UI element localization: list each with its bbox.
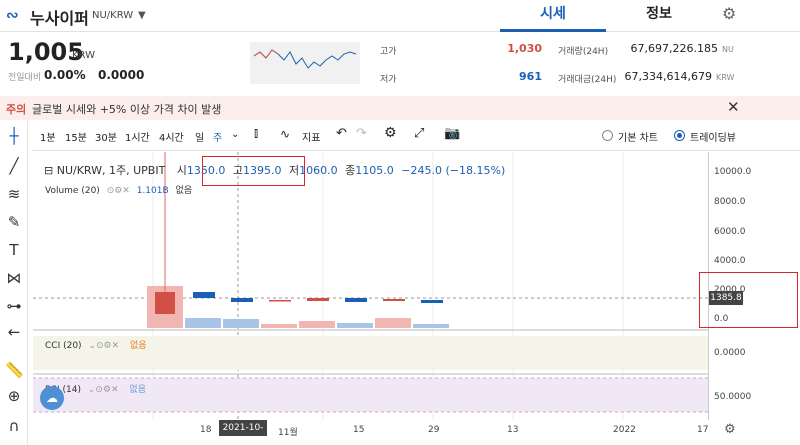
redo-icon[interactable]: ↷ bbox=[356, 126, 367, 141]
time-label: 2022 bbox=[613, 425, 636, 435]
volume-24h-label: 거래량(24H) bbox=[558, 47, 609, 57]
low-label: 저가 bbox=[380, 75, 397, 85]
cci-settings-icon[interactable]: ⌄⊙⚙✕ bbox=[88, 341, 119, 351]
high-label: 고가 bbox=[380, 47, 397, 57]
undo-icon[interactable]: ↶ bbox=[336, 126, 347, 141]
pattern-tool-icon[interactable]: ⋈ bbox=[5, 269, 23, 287]
tab-market[interactable]: 시세 bbox=[500, 4, 606, 32]
axis-tick: 8000.0 bbox=[714, 197, 746, 207]
trendline-tool-icon[interactable]: ╱ bbox=[5, 157, 23, 175]
cci-legend: CCI (20) ⌄⊙⚙✕ 없음 bbox=[45, 338, 147, 351]
low-value: 961 bbox=[519, 70, 542, 83]
price-warning-notice: 주의 글로벌 시세와 +5% 이상 가격 차이 발생 ✕ bbox=[0, 96, 800, 120]
ruler-tool-icon[interactable]: 📏 bbox=[5, 361, 24, 379]
change-value: 0.0000 bbox=[98, 68, 145, 82]
amount-24h-unit: KRW bbox=[716, 73, 735, 82]
change-percent: 0.00% bbox=[44, 68, 86, 82]
cci-axis-tick: 0.0000 bbox=[714, 348, 746, 358]
interval-1d[interactable]: 일 bbox=[195, 129, 204, 144]
cci-none: 없음 bbox=[130, 341, 147, 351]
legend-symbol: NU/KRW, 1주, UPBIT bbox=[56, 164, 166, 177]
back-arrow-icon[interactable]: ← bbox=[5, 323, 23, 341]
ohlc-highlight-box bbox=[202, 156, 305, 186]
snapshot-camera-icon[interactable]: 📷 bbox=[444, 126, 460, 141]
axis-tick: 10000.0 bbox=[714, 167, 752, 177]
time-label: 11월 bbox=[278, 428, 298, 438]
interval-30m[interactable]: 30분 bbox=[95, 129, 117, 144]
rsi-settings-icon[interactable]: ⌄⊙⚙✕ bbox=[88, 385, 119, 395]
axis-tick: 4000.0 bbox=[714, 256, 746, 266]
drawing-toolbar: ┼ ╱ ≋ ✎ T ⋈ ⊶ ← 📏 ⊕ ∩ bbox=[0, 121, 28, 445]
rsi-none: 없음 bbox=[129, 385, 146, 395]
legend-close: 1105.0 bbox=[355, 164, 394, 177]
brush-tool-icon[interactable]: ✎ bbox=[5, 213, 23, 231]
basic-chart-radio[interactable] bbox=[602, 130, 613, 141]
time-label: 29 bbox=[428, 425, 440, 435]
indicator-icon[interactable]: ∿ bbox=[280, 127, 290, 141]
legend-close-label: 종 bbox=[345, 164, 356, 177]
volume-24h-value: 67,697,226.185 bbox=[630, 42, 718, 55]
chart-toolbar: 1분 15분 30분 1시간 4시간 일 주 ⌄ ⫾ ∿ 지표 ↶ ↷ ⚙ ⤢ … bbox=[32, 121, 800, 151]
time-label: 15 bbox=[353, 425, 365, 435]
interval-15m[interactable]: 15분 bbox=[65, 129, 87, 144]
notice-tag: 주의 bbox=[6, 103, 27, 116]
interval-1m[interactable]: 1분 bbox=[40, 129, 56, 144]
chart-settings-icon[interactable]: ⚙ bbox=[384, 125, 397, 141]
amount-24h-value: 67,334,614,679 bbox=[624, 70, 712, 83]
axis-tick: 6000.0 bbox=[714, 227, 746, 237]
time-label: 18 bbox=[200, 425, 212, 435]
fib-tool-icon[interactable]: ≋ bbox=[5, 185, 23, 203]
tradingview-label: 트레이딩뷰 bbox=[690, 133, 736, 144]
crosshair-tool-icon[interactable]: ┼ bbox=[5, 127, 23, 145]
basic-chart-label: 기본 차트 bbox=[618, 133, 658, 144]
text-tool-icon[interactable]: T bbox=[5, 241, 23, 259]
volume-value: 1.101B bbox=[136, 186, 169, 196]
candle-type-icon[interactable]: ⫾ bbox=[254, 126, 258, 141]
top-header: ∾ 누사이퍼 NU/KRW ▼ 시세 정보 ⚙ bbox=[0, 0, 800, 32]
legend-change: −245.0 (−18.15%) bbox=[401, 164, 506, 177]
axis-highlight-box bbox=[699, 272, 798, 328]
interval-dropdown-icon[interactable]: ⌄ bbox=[231, 129, 239, 140]
rsi-axis-tick: 50.0000 bbox=[714, 392, 752, 402]
magnet-tool-icon[interactable]: ∩ bbox=[5, 417, 23, 435]
volume-none: 없음 bbox=[175, 186, 193, 196]
change-label: 전일대비 bbox=[8, 73, 42, 83]
indicator-button[interactable]: 지표 bbox=[302, 129, 320, 144]
axis-settings-gear-icon[interactable]: ⚙ bbox=[724, 422, 736, 437]
volume-24h-unit: NU bbox=[722, 45, 734, 54]
volume-settings-icon[interactable]: ⊙⚙✕ bbox=[107, 186, 130, 196]
crosshair-date-tag: 2021-10-25 bbox=[219, 420, 267, 445]
high-value: 1,030 bbox=[507, 42, 542, 55]
volume-legend: Volume (20) ⊙⚙✕ 1.101B 없음 bbox=[45, 183, 192, 196]
interval-4h[interactable]: 4시간 bbox=[159, 129, 184, 144]
prediction-tool-icon[interactable]: ⊶ bbox=[5, 297, 23, 315]
interval-1w[interactable]: 주 bbox=[213, 129, 222, 144]
settings-gear-icon[interactable]: ⚙ bbox=[722, 4, 736, 23]
coin-select-caret-icon[interactable]: ▼ bbox=[138, 10, 146, 21]
time-label: 17 bbox=[697, 425, 709, 435]
volume-label: Volume (20) bbox=[45, 186, 100, 196]
cloud-widget-icon[interactable]: ☁ bbox=[40, 386, 64, 410]
tab-info[interactable]: 정보 bbox=[606, 4, 712, 32]
tradingview-radio[interactable] bbox=[674, 130, 685, 141]
price-unit: KRW bbox=[72, 50, 95, 61]
fullscreen-icon[interactable]: ⤢ bbox=[414, 126, 424, 141]
mini-chart-line bbox=[253, 49, 357, 69]
zoom-in-icon[interactable]: ⊕ bbox=[5, 387, 23, 405]
coin-pair: NU/KRW bbox=[92, 10, 134, 21]
cci-label: CCI (20) bbox=[45, 341, 82, 351]
legend-collapse-icon[interactable]: ⊟ bbox=[44, 164, 53, 177]
notice-close-icon[interactable]: ✕ bbox=[727, 98, 740, 116]
interval-1h[interactable]: 1시간 bbox=[125, 129, 150, 144]
time-label: 13 bbox=[507, 425, 519, 435]
amount-24h-label: 거래대금(24H) bbox=[558, 75, 617, 85]
mini-price-chart bbox=[250, 42, 360, 84]
coin-logo-icon: ∾ bbox=[6, 6, 19, 24]
legend-open-label: 시 bbox=[176, 164, 187, 177]
coin-name: 누사이퍼 bbox=[30, 9, 89, 28]
notice-text: 글로벌 시세와 +5% 이상 가격 차이 발생 bbox=[32, 103, 222, 116]
